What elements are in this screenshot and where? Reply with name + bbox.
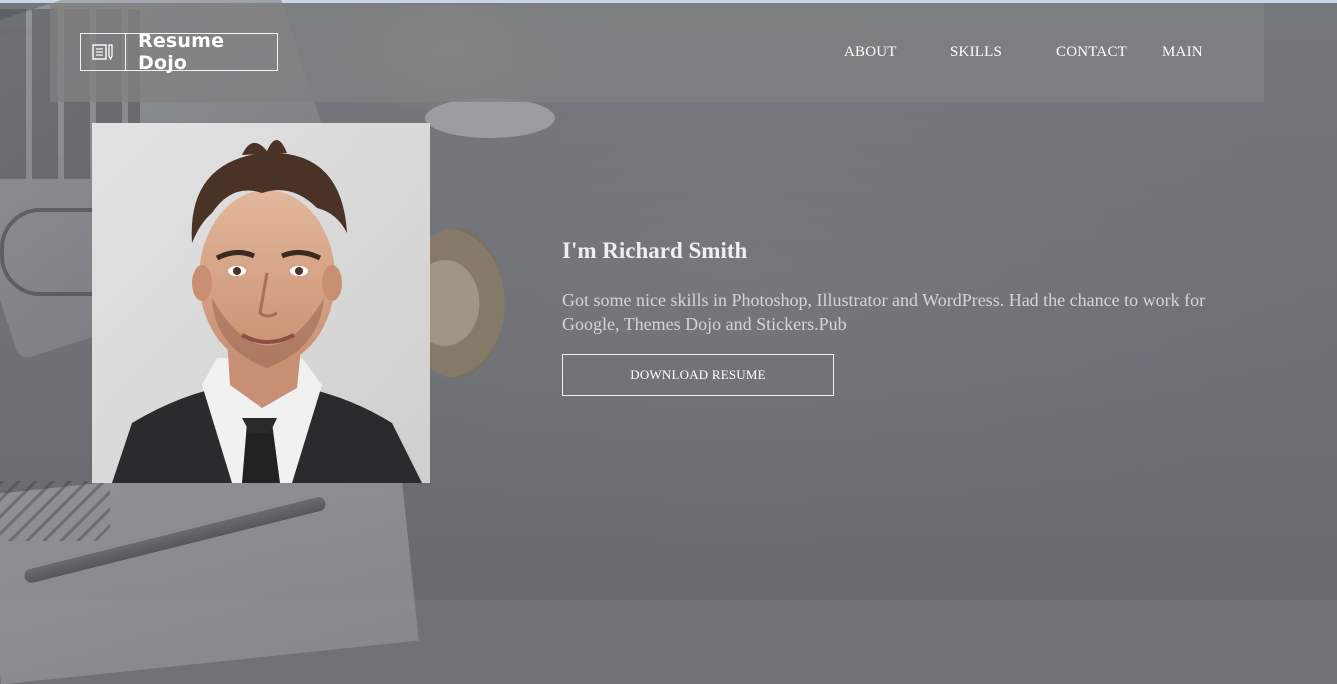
nav-skills[interactable]: SKILLS: [950, 44, 1002, 61]
download-resume-button[interactable]: DOWNLOAD RESUME: [562, 354, 834, 396]
notebook-spiral-background-image: [0, 481, 110, 541]
hero-heading: I'm Richard Smith: [562, 238, 748, 263]
main-nav: ABOUT SKILLS CONTACT MAIN: [50, 44, 1264, 64]
nav-main[interactable]: MAIN: [1162, 44, 1203, 61]
hero-bio: Got some nice skills in Photoshop, Illus…: [562, 290, 1206, 334]
nav-contact[interactable]: CONTACT: [1056, 44, 1127, 61]
nav-about[interactable]: ABOUT: [844, 44, 897, 61]
site-header: Resume Dojo ABOUT SKILLS CONTACT MAIN: [50, 3, 1264, 102]
hero-section: I'm Richard Smith Got some nice skills i…: [562, 238, 1222, 336]
portrait-photo: [92, 123, 430, 483]
cup-background-image: [425, 98, 555, 138]
